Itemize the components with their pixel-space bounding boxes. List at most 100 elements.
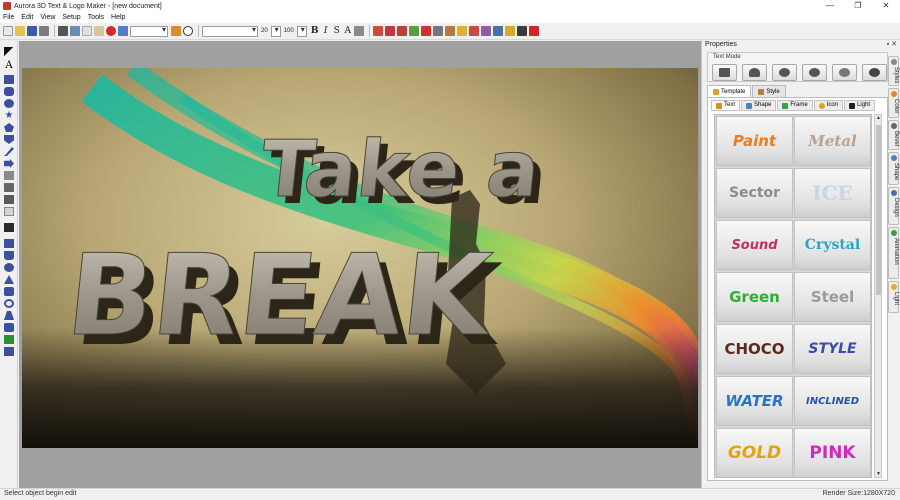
rounded-rect-tool-icon[interactable] xyxy=(4,87,14,96)
shield-tool-icon[interactable] xyxy=(4,135,14,144)
texture-tool-icon[interactable] xyxy=(4,335,14,344)
side-tab-shape[interactable]: Shape xyxy=(888,152,899,185)
text-mode-bevel-button[interactable] xyxy=(772,64,797,81)
cone-tool-icon[interactable] xyxy=(4,275,14,284)
scrollbar-thumb[interactable] xyxy=(876,125,881,295)
font-combo[interactable] xyxy=(202,25,258,37)
frame-effect-icon[interactable] xyxy=(396,26,407,36)
template-tile-style[interactable]: STYLE xyxy=(794,324,871,374)
new-file-icon[interactable] xyxy=(3,26,13,36)
export-icon[interactable] xyxy=(528,26,539,36)
scroll-up-icon[interactable]: ▲ xyxy=(875,115,882,121)
light-effect-icon[interactable] xyxy=(420,26,431,36)
bold-button[interactable]: B xyxy=(310,26,320,36)
strike-button[interactable]: S xyxy=(332,26,342,36)
text-box-tool-icon[interactable] xyxy=(4,183,14,192)
subtab-frame[interactable]: Frame xyxy=(777,100,813,111)
cut-icon[interactable] xyxy=(70,26,80,36)
menu-edit[interactable]: Edit xyxy=(21,14,33,21)
globe-icon[interactable] xyxy=(432,26,443,36)
italic-button[interactable]: I xyxy=(321,26,331,36)
delete-icon[interactable] xyxy=(106,26,116,36)
template-tile-green[interactable]: Green xyxy=(716,272,793,322)
vase-tool-icon[interactable] xyxy=(4,311,14,320)
copy-icon[interactable] xyxy=(82,26,92,36)
bevel-icon[interactable] xyxy=(468,26,479,36)
template-tile-water[interactable]: WATER xyxy=(716,376,793,426)
sphere-tool-icon[interactable] xyxy=(4,263,14,272)
text-mode-flat-button[interactable] xyxy=(712,64,737,81)
menu-help[interactable]: Help xyxy=(111,14,125,21)
group-tool-icon[interactable] xyxy=(4,347,14,356)
select-arrow-icon[interactable] xyxy=(4,47,14,56)
icon-effect-icon[interactable] xyxy=(408,26,419,36)
star-tool-icon[interactable]: ★ xyxy=(4,111,14,121)
template-tile-crystal[interactable]: Crystal xyxy=(794,220,871,270)
color-picker-icon[interactable] xyxy=(171,26,181,36)
tab-template[interactable]: Template xyxy=(707,85,752,97)
template-tile-sound[interactable]: Sound xyxy=(716,220,793,270)
side-tab-styles[interactable]: Styles xyxy=(888,56,899,86)
pen-tool-icon[interactable] xyxy=(4,147,14,156)
side-tab-bevel[interactable]: Bevel xyxy=(888,120,899,150)
subtab-shape[interactable]: Shape xyxy=(741,100,777,111)
save-as-icon[interactable] xyxy=(39,26,49,36)
text-style-button[interactable]: A xyxy=(343,26,353,36)
side-tab-design[interactable]: Design xyxy=(888,187,899,225)
render-icon[interactable] xyxy=(516,26,527,36)
close-button[interactable]: ✕ xyxy=(872,0,900,12)
ellipse-tool-icon[interactable] xyxy=(4,99,14,108)
save-icon[interactable] xyxy=(27,26,37,36)
font-size-combo[interactable] xyxy=(270,25,281,37)
rectangle-tool-icon[interactable] xyxy=(4,75,14,84)
tab-style[interactable]: Style xyxy=(752,85,786,97)
text-mode-round-button[interactable] xyxy=(802,64,827,81)
text-tool-icon[interactable]: A xyxy=(4,61,14,71)
side-tab-light[interactable]: Light xyxy=(888,281,899,313)
arrow-shape-icon[interactable] xyxy=(4,159,14,168)
template-tile-inclined[interactable]: INCLINED xyxy=(794,376,871,426)
font-size-value[interactable]: 20 xyxy=(261,28,268,34)
template-tile-metal[interactable]: Metal xyxy=(794,116,871,166)
zoom-value[interactable]: 100 xyxy=(284,28,294,34)
open-folder-icon[interactable] xyxy=(15,26,25,36)
cup-tool-icon[interactable] xyxy=(4,251,14,260)
text-mode-extrude-button[interactable] xyxy=(742,64,767,81)
polygon-tool-icon[interactable] xyxy=(4,123,14,132)
node-edit-icon[interactable] xyxy=(4,207,14,216)
layout-icon[interactable] xyxy=(492,26,503,36)
headline-line1[interactable]: Take a xyxy=(256,124,545,216)
image-icon[interactable] xyxy=(504,26,515,36)
paste-icon[interactable] xyxy=(94,26,104,36)
template-tile-sector[interactable]: Sector xyxy=(716,168,793,218)
menu-setup[interactable]: Setup xyxy=(62,14,80,21)
panel-tool-icon[interactable] xyxy=(4,323,14,332)
scroll-down-icon[interactable]: ▼ xyxy=(875,471,882,477)
cylinder-tool-icon[interactable] xyxy=(4,287,14,296)
text-effect-icon[interactable] xyxy=(372,26,383,36)
torus-tool-icon[interactable] xyxy=(4,299,14,308)
object-select-combo[interactable] xyxy=(130,25,168,37)
s-shape-tool-icon[interactable] xyxy=(4,195,14,204)
align-icon[interactable] xyxy=(353,26,364,36)
text-fill-icon[interactable] xyxy=(456,26,467,36)
print-icon[interactable] xyxy=(58,26,68,36)
template-tile-steel[interactable]: Steel xyxy=(794,272,871,322)
subtab-light[interactable]: Light xyxy=(844,100,876,111)
play-icon[interactable] xyxy=(183,26,193,36)
side-tab-animation[interactable]: Animation xyxy=(888,227,899,279)
headline-line2[interactable]: BREAK xyxy=(61,231,501,362)
maximize-button[interactable]: ❐ xyxy=(844,0,872,12)
template-tile-gold[interactable]: GOLD xyxy=(716,428,793,477)
text-color-icon[interactable] xyxy=(444,26,455,36)
image-tool-icon[interactable] xyxy=(4,171,14,180)
text-mode-ring-button[interactable] xyxy=(832,64,857,81)
menu-view[interactable]: View xyxy=(40,14,55,21)
side-tab-color[interactable]: Color xyxy=(888,88,899,118)
template-tile-paint[interactable]: Paint xyxy=(716,116,793,166)
cube-tool-icon[interactable] xyxy=(4,239,14,248)
template-tile-pink[interactable]: PINK xyxy=(794,428,871,477)
text-mode-outline-button[interactable] xyxy=(862,64,887,81)
subtab-icon[interactable]: Icon xyxy=(813,100,844,111)
minimize-button[interactable]: — xyxy=(816,0,844,12)
